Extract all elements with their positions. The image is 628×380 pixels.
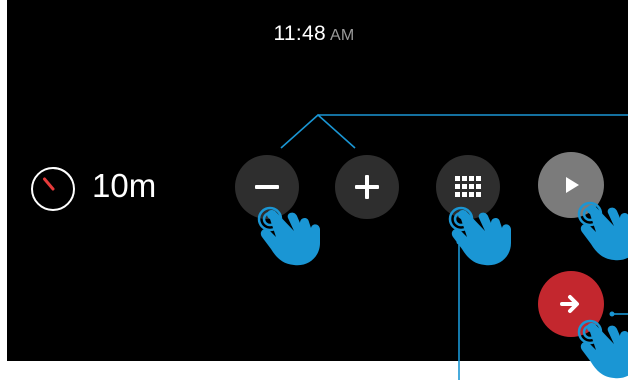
keypad-button[interactable] — [436, 155, 500, 219]
decrease-button[interactable] — [235, 155, 299, 219]
arrow-right-icon — [560, 295, 579, 313]
play-button[interactable] — [538, 152, 604, 218]
keypad-grid-icon — [455, 176, 481, 197]
clock-period: AM — [329, 27, 355, 44]
next-step-button[interactable] — [538, 271, 604, 337]
timer-duration-label: 10m — [92, 167, 157, 204]
plus-icon — [355, 175, 379, 199]
status-clock: 11:48 AM — [0, 22, 628, 46]
timer-dial-icon — [31, 166, 75, 211]
play-icon — [566, 177, 579, 193]
minus-icon — [255, 185, 279, 189]
increase-button[interactable] — [335, 155, 399, 219]
clock-time: 11:48 — [273, 22, 326, 45]
